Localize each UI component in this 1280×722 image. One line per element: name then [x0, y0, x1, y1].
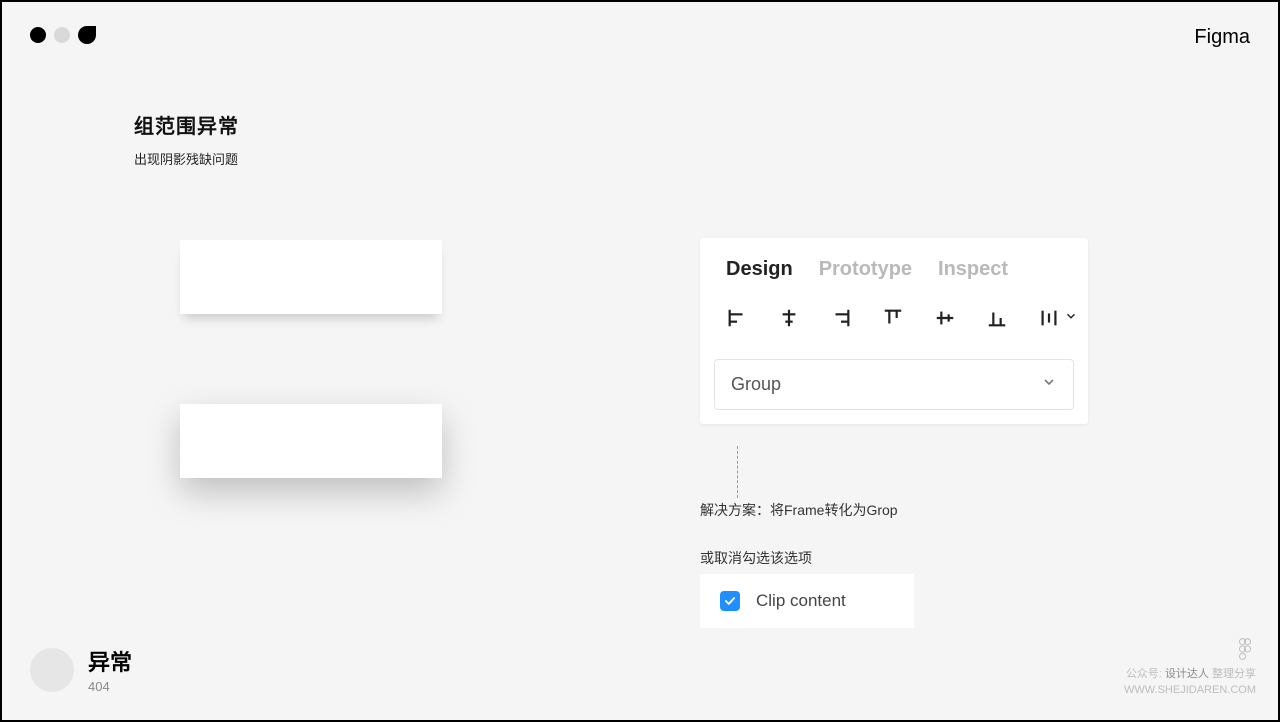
inspector-panel: Design Prototype Inspect	[700, 238, 1088, 424]
align-vcenter-button[interactable]	[934, 307, 956, 329]
distribute-button[interactable]	[1038, 307, 1078, 329]
page-title: 组范围异常	[134, 110, 239, 139]
tab-prototype[interactable]: Prototype	[819, 258, 912, 281]
example-card-clipped-shadow	[180, 240, 442, 314]
watermark-suffix: 整理分享	[1212, 668, 1256, 680]
align-hcenter-button[interactable]	[778, 307, 800, 329]
watermark-url: WWW.SHEJIDAREN.COM	[1124, 683, 1256, 698]
clip-content-label: Clip content	[756, 591, 846, 611]
leaf-icon	[78, 26, 96, 44]
align-right-button[interactable]	[830, 307, 852, 329]
frame-type-select[interactable]: Group	[714, 359, 1074, 410]
page-subtitle: 出现阴影残缺问题	[134, 149, 239, 168]
avatar-placeholder-icon	[30, 648, 74, 692]
clip-content-checkbox[interactable]	[720, 591, 740, 611]
page-heading: 组范围异常 出现阴影残缺问题	[134, 110, 239, 168]
tab-design[interactable]: Design	[726, 258, 793, 281]
alignment-row	[700, 283, 1088, 347]
hint-solution: 解决方案：将Frame转化为Grop	[700, 500, 898, 520]
example-card-full-shadow	[180, 404, 442, 478]
tab-inspect[interactable]: Inspect	[938, 258, 1008, 281]
connector-line	[737, 446, 738, 498]
figma-logo-icon	[1234, 638, 1256, 665]
align-top-button[interactable]	[882, 307, 904, 329]
select-value: Group	[731, 374, 781, 395]
watermark: 公众号: 设计达人 整理分享 WWW.SHEJIDAREN.COM	[1124, 638, 1256, 698]
chevron-down-icon	[1041, 374, 1057, 395]
footer-code: 404	[88, 679, 132, 694]
align-bottom-button[interactable]	[986, 307, 1008, 329]
dot-icon	[30, 27, 46, 43]
chevron-down-icon	[1064, 309, 1078, 328]
align-left-button[interactable]	[726, 307, 748, 329]
dot-icon	[54, 27, 70, 43]
brand-label: Figma	[1194, 26, 1250, 49]
footer-badge: 异常 404	[30, 645, 132, 694]
window-dots	[30, 26, 96, 44]
watermark-strong: 设计达人	[1165, 668, 1209, 680]
clip-content-option: Clip content	[700, 574, 914, 628]
footer-title: 异常	[88, 645, 132, 677]
panel-tabs: Design Prototype Inspect	[700, 238, 1088, 283]
watermark-prefix: 公众号:	[1126, 668, 1162, 680]
hint-or-uncheck: 或取消勾选该选项	[700, 548, 812, 568]
